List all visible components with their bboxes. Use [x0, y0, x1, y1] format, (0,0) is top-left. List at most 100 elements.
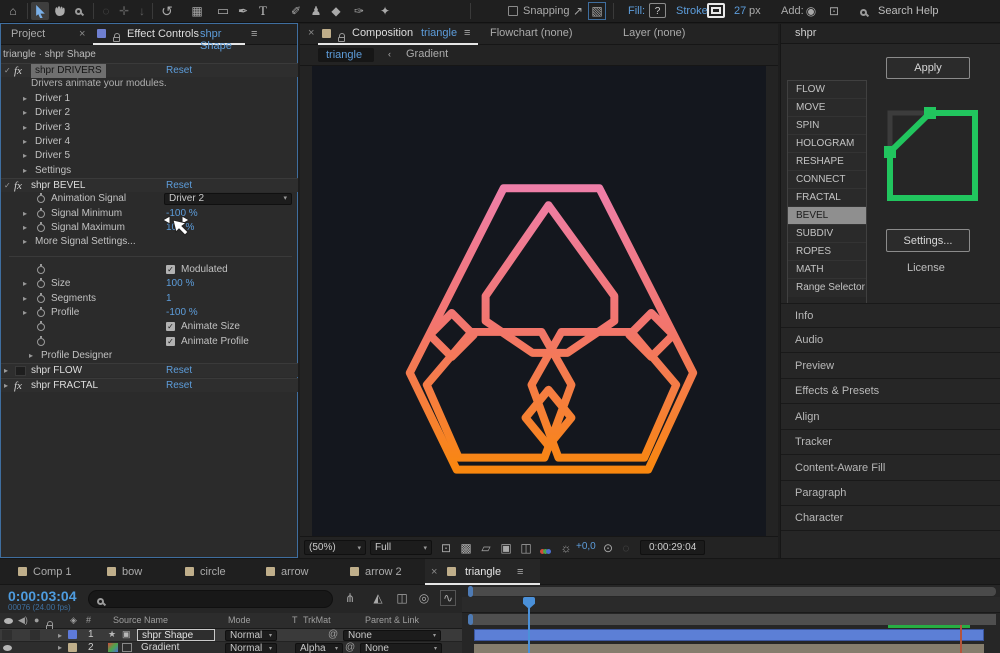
segments-value[interactable]: 1 — [166, 292, 172, 306]
show-snapshot-icon[interactable]: ◌ — [618, 537, 634, 559]
viewer-tab-triangle[interactable]: triangle — [318, 48, 374, 62]
disclosure-icon[interactable]: ▸ — [23, 92, 27, 106]
stopwatch-icon[interactable] — [37, 266, 45, 274]
disclosure-icon[interactable]: ▸ — [23, 207, 27, 221]
module-subdiv[interactable]: SUBDIV — [788, 225, 866, 243]
disclosure-icon[interactable]: ▸ — [23, 135, 27, 149]
tab-effect-controls[interactable]: Effect Controls shpr Shape — [93, 24, 245, 45]
panel-audio[interactable]: Audio — [781, 328, 1000, 353]
mask-visibility-icon[interactable]: ▱ — [478, 537, 494, 559]
disclosure-icon[interactable]: ▸ — [23, 277, 27, 291]
layer-2-trkmat-select[interactable]: Alpha▾ — [295, 643, 343, 653]
pixel-aspect-icon[interactable]: ◫ — [518, 537, 534, 559]
disclosure-icon[interactable]: ▸ — [23, 106, 27, 120]
animate-size-checkbox[interactable]: ✓ — [166, 322, 175, 331]
motion-blur-icon[interactable]: ◎ — [416, 587, 432, 609]
layer-row-1[interactable]: ▸ 1 ★ ▣ shpr Shape Normal▾ @ None▾ — [0, 629, 462, 642]
module-hologram[interactable]: HOLOGRAM — [788, 135, 866, 153]
module-range-selector[interactable]: Range Selector — [788, 279, 866, 297]
license-link[interactable]: License — [907, 262, 945, 274]
snap-to-features-icon[interactable]: ↗ — [570, 0, 586, 22]
work-area-bar[interactable] — [470, 614, 996, 625]
search-help-input[interactable]: Search Help — [878, 5, 939, 17]
exposure-value[interactable]: +0,0 — [576, 541, 596, 552]
layer-1-duration-bar[interactable] — [474, 629, 984, 641]
disclosure-icon[interactable]: ▸ — [29, 349, 33, 363]
flow-reset-link[interactable]: Reset — [166, 364, 192, 378]
stopwatch-icon[interactable] — [37, 195, 45, 203]
brush-tool-icon[interactable]: ✐ — [287, 0, 305, 22]
tab-close-icon[interactable]: × — [431, 566, 437, 578]
mask-rectangle-tool-icon[interactable]: ▭ — [214, 0, 232, 22]
exposure-icon[interactable]: ☼ — [558, 537, 574, 559]
panel-menu-icon[interactable]: ≡ — [517, 566, 523, 578]
stopwatch-icon[interactable] — [37, 210, 45, 218]
lock-icon[interactable] — [338, 37, 345, 42]
module-bevel[interactable]: BEVEL — [788, 207, 866, 225]
stroke-swatch[interactable] — [707, 3, 725, 18]
panel-info[interactable]: Info — [781, 303, 1000, 328]
comp-marker-line[interactable] — [960, 625, 962, 653]
panel-effects-presets[interactable]: Effects & Presets — [781, 379, 1000, 404]
layer-name[interactable]: Gradient — [141, 642, 179, 653]
viewer-timecode[interactable]: 0:00:29:04 — [640, 540, 705, 555]
disclosure-icon[interactable]: ▸ — [23, 235, 27, 249]
workspace-icon[interactable]: ⊡ — [826, 0, 842, 22]
panel-content-aware-fill[interactable]: Content-Aware Fill — [781, 456, 1000, 481]
tab-composition[interactable]: Composition triangle ≡ — [318, 24, 478, 45]
module-spin[interactable]: SPIN — [788, 117, 866, 135]
flow-fx-toggle[interactable] — [15, 366, 26, 376]
panel-menu-icon[interactable]: ≡ — [251, 28, 257, 40]
profile-value[interactable]: -100 % — [166, 306, 198, 320]
graph-editor-icon[interactable]: ∿ — [440, 590, 456, 606]
snap-marching-ants-icon[interactable]: ▧ — [588, 2, 606, 20]
layer-row-2[interactable]: ▸ 2 Gradient Normal▾ Alpha▾ @ None▾ — [0, 642, 462, 653]
pen-tool-icon[interactable]: ✒ — [234, 0, 252, 22]
stopwatch-icon[interactable] — [37, 280, 45, 288]
puppet-pin-tool-icon[interactable]: ✦ — [376, 0, 394, 22]
time-ruler[interactable] — [462, 597, 1000, 613]
effect-header-drivers[interactable]: ✓fx shpr DRIVERS Reset — [1, 63, 298, 77]
apply-button[interactable]: Apply — [886, 57, 970, 79]
disclosure-icon[interactable]: ▸ — [23, 121, 27, 135]
work-area-left-cap[interactable] — [468, 614, 473, 625]
disclosure-icon[interactable]: ▸ — [23, 164, 27, 178]
bevel-reset-link[interactable]: Reset — [166, 179, 192, 193]
timeline-tab-circle[interactable]: circle — [200, 566, 226, 578]
switch-cell[interactable] — [30, 630, 40, 640]
stroke-label[interactable]: Stroke: — [676, 5, 711, 17]
disclosure-icon[interactable]: ▸ — [23, 306, 27, 320]
fill-label[interactable]: Fill: — [628, 5, 645, 17]
project-tab-close-icon[interactable]: × — [79, 28, 85, 40]
settings-button[interactable]: Settings... — [886, 229, 970, 252]
hand-tool-icon[interactable] — [53, 4, 66, 20]
timeline-horizontal-scrollbar[interactable] — [470, 587, 996, 596]
panel-align[interactable]: Align — [781, 405, 1000, 430]
disclosure-icon[interactable]: ▸ — [4, 379, 8, 393]
tab-project[interactable]: Project — [11, 28, 45, 40]
camera-tool-icon[interactable]: ▦ — [188, 0, 206, 22]
panel-character[interactable]: Character — [781, 506, 1000, 531]
eraser-tool-icon[interactable]: ◆ — [327, 0, 345, 22]
stopwatch-icon[interactable] — [37, 309, 45, 317]
shpr-panel-header[interactable]: shpr — [781, 24, 1000, 44]
module-flow[interactable]: FLOW — [788, 81, 866, 99]
draft-3d-icon[interactable]: ◭ — [370, 587, 386, 609]
timeline-tab-bow[interactable]: bow — [122, 566, 142, 578]
effect-header-bevel[interactable]: ✓fx shpr BEVEL Reset — [1, 178, 298, 192]
module-ropes[interactable]: ROPES — [788, 243, 866, 261]
disclosure-icon[interactable]: ▸ — [23, 292, 27, 306]
layer-2-duration-bar[interactable] — [474, 644, 984, 653]
disclosure-icon[interactable]: ▸ — [4, 364, 8, 378]
effect-header-flow[interactable]: ▸ shpr FLOW Reset — [1, 363, 298, 377]
composition-mini-flowchart-icon[interactable]: ⋔ — [342, 587, 358, 609]
animate-profile-checkbox[interactable]: ✓ — [166, 337, 175, 346]
effect-title-drivers[interactable]: shpr DRIVERS — [31, 64, 106, 78]
layer-label-swatch[interactable] — [68, 643, 77, 652]
effect-header-fractal[interactable]: ▸fx shpr FRACTAL Reset — [1, 378, 298, 392]
scrollbar-left-cap[interactable] — [468, 586, 473, 597]
video-visibility-icon[interactable] — [3, 645, 12, 651]
pickwhip-icon[interactable]: @ — [345, 642, 355, 653]
type-tool-icon[interactable]: T — [254, 0, 272, 22]
selection-tool-icon[interactable] — [31, 2, 49, 20]
